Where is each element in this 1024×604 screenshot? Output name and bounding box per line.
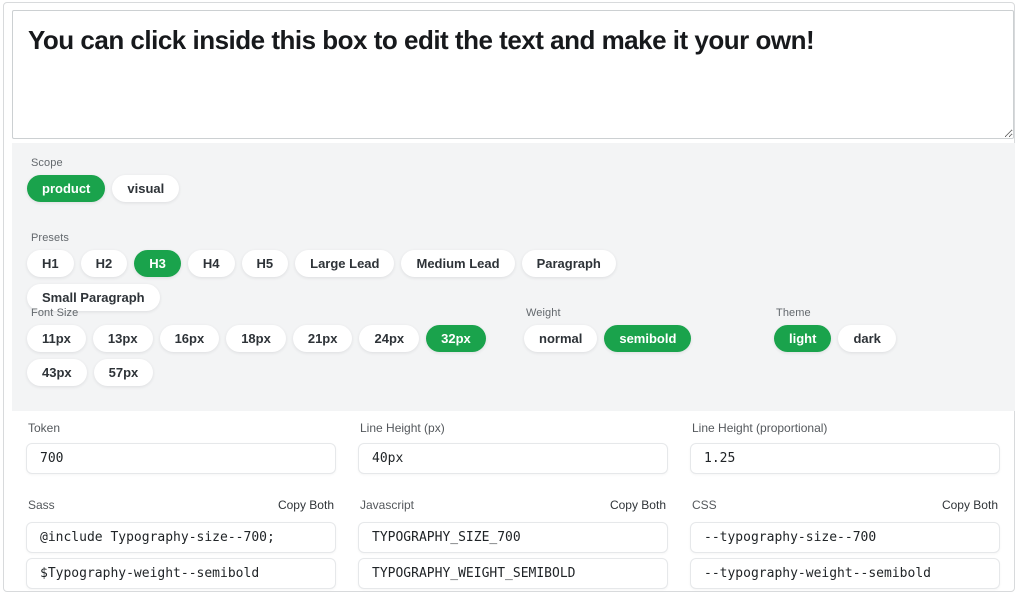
line-height-px-input[interactable] [358, 443, 668, 474]
font-size-24px[interactable]: 24px [359, 325, 419, 352]
preset-medium-lead[interactable]: Medium Lead [401, 250, 514, 277]
token-column: Token Sass Copy Both @include Typography… [26, 419, 336, 594]
token-outputs: Token Sass Copy Both @include Typography… [26, 419, 1003, 594]
scope-option-product[interactable]: product [27, 175, 105, 202]
font-size-43px[interactable]: 43px [27, 359, 87, 386]
theme-dark[interactable]: dark [838, 325, 895, 352]
scope-option-visual[interactable]: visual [112, 175, 179, 202]
css-copy-both-button[interactable]: Copy Both [942, 498, 998, 512]
presets-label: Presets [31, 232, 69, 244]
weight-normal[interactable]: normal [524, 325, 597, 352]
preset-h2[interactable]: H2 [81, 250, 128, 277]
token-field-label: Token [28, 421, 336, 435]
preset-h5[interactable]: H5 [242, 250, 289, 277]
font-size-21px[interactable]: 21px [293, 325, 353, 352]
line-height-proportional-label: Line Height (proportional) [692, 421, 1000, 435]
controls-panel: Scope product visual Presets H1 H2 H3 H4… [12, 143, 1015, 411]
scope-label: Scope [31, 157, 63, 169]
theme-pill-group: light dark [774, 325, 903, 359]
preset-h3[interactable]: H3 [134, 250, 181, 277]
font-size-16px[interactable]: 16px [160, 325, 220, 352]
font-size-57px[interactable]: 57px [94, 359, 154, 386]
preset-h4[interactable]: H4 [188, 250, 235, 277]
weight-pill-group: normal semibold [524, 325, 698, 359]
font-size-13px[interactable]: 13px [93, 325, 153, 352]
preset-large-lead[interactable]: Large Lead [295, 250, 394, 277]
sass-copy-both-button[interactable]: Copy Both [278, 498, 334, 512]
sass-section-label: Sass [28, 498, 55, 512]
font-size-pill-group: 11px 13px 16px 18px 21px 24px 32px 43px … [27, 325, 497, 393]
javascript-size-token[interactable]: TYPOGRAPHY_SIZE_700 [358, 522, 668, 553]
app-frame: You can click inside this box to edit th… [3, 2, 1015, 592]
font-size-32px[interactable]: 32px [426, 325, 486, 352]
scope-pill-group: product visual [27, 175, 186, 209]
line-height-proportional-column: Line Height (proportional) CSS Copy Both… [690, 419, 1000, 594]
javascript-copy-both-button[interactable]: Copy Both [610, 498, 666, 512]
css-section-label: CSS [692, 498, 717, 512]
javascript-weight-token[interactable]: TYPOGRAPHY_WEIGHT_SEMIBOLD [358, 558, 668, 589]
theme-label: Theme [776, 307, 811, 319]
sample-text-editor[interactable]: You can click inside this box to edit th… [12, 10, 1014, 139]
css-size-token[interactable]: --typography-size--700 [690, 522, 1000, 553]
font-size-11px[interactable]: 11px [27, 325, 86, 352]
preset-paragraph[interactable]: Paragraph [522, 250, 616, 277]
sass-size-token[interactable]: @include Typography-size--700; [26, 522, 336, 553]
line-height-px-column: Line Height (px) Javascript Copy Both TY… [358, 419, 668, 594]
font-size-18px[interactable]: 18px [226, 325, 286, 352]
css-weight-token[interactable]: --typography-weight--semibold [690, 558, 1000, 589]
token-input[interactable] [26, 443, 336, 474]
font-size-label: Font Size [31, 307, 78, 319]
theme-light[interactable]: light [774, 325, 831, 352]
line-height-proportional-input[interactable] [690, 443, 1000, 474]
line-height-px-label: Line Height (px) [360, 421, 668, 435]
preset-h1[interactable]: H1 [27, 250, 74, 277]
sass-weight-token[interactable]: $Typography-weight--semibold [26, 558, 336, 589]
weight-semibold[interactable]: semibold [604, 325, 691, 352]
weight-label: Weight [526, 307, 561, 319]
javascript-section-label: Javascript [360, 498, 414, 512]
presets-pill-group: H1 H2 H3 H4 H5 Large Lead Medium Lead Pa… [27, 250, 727, 318]
